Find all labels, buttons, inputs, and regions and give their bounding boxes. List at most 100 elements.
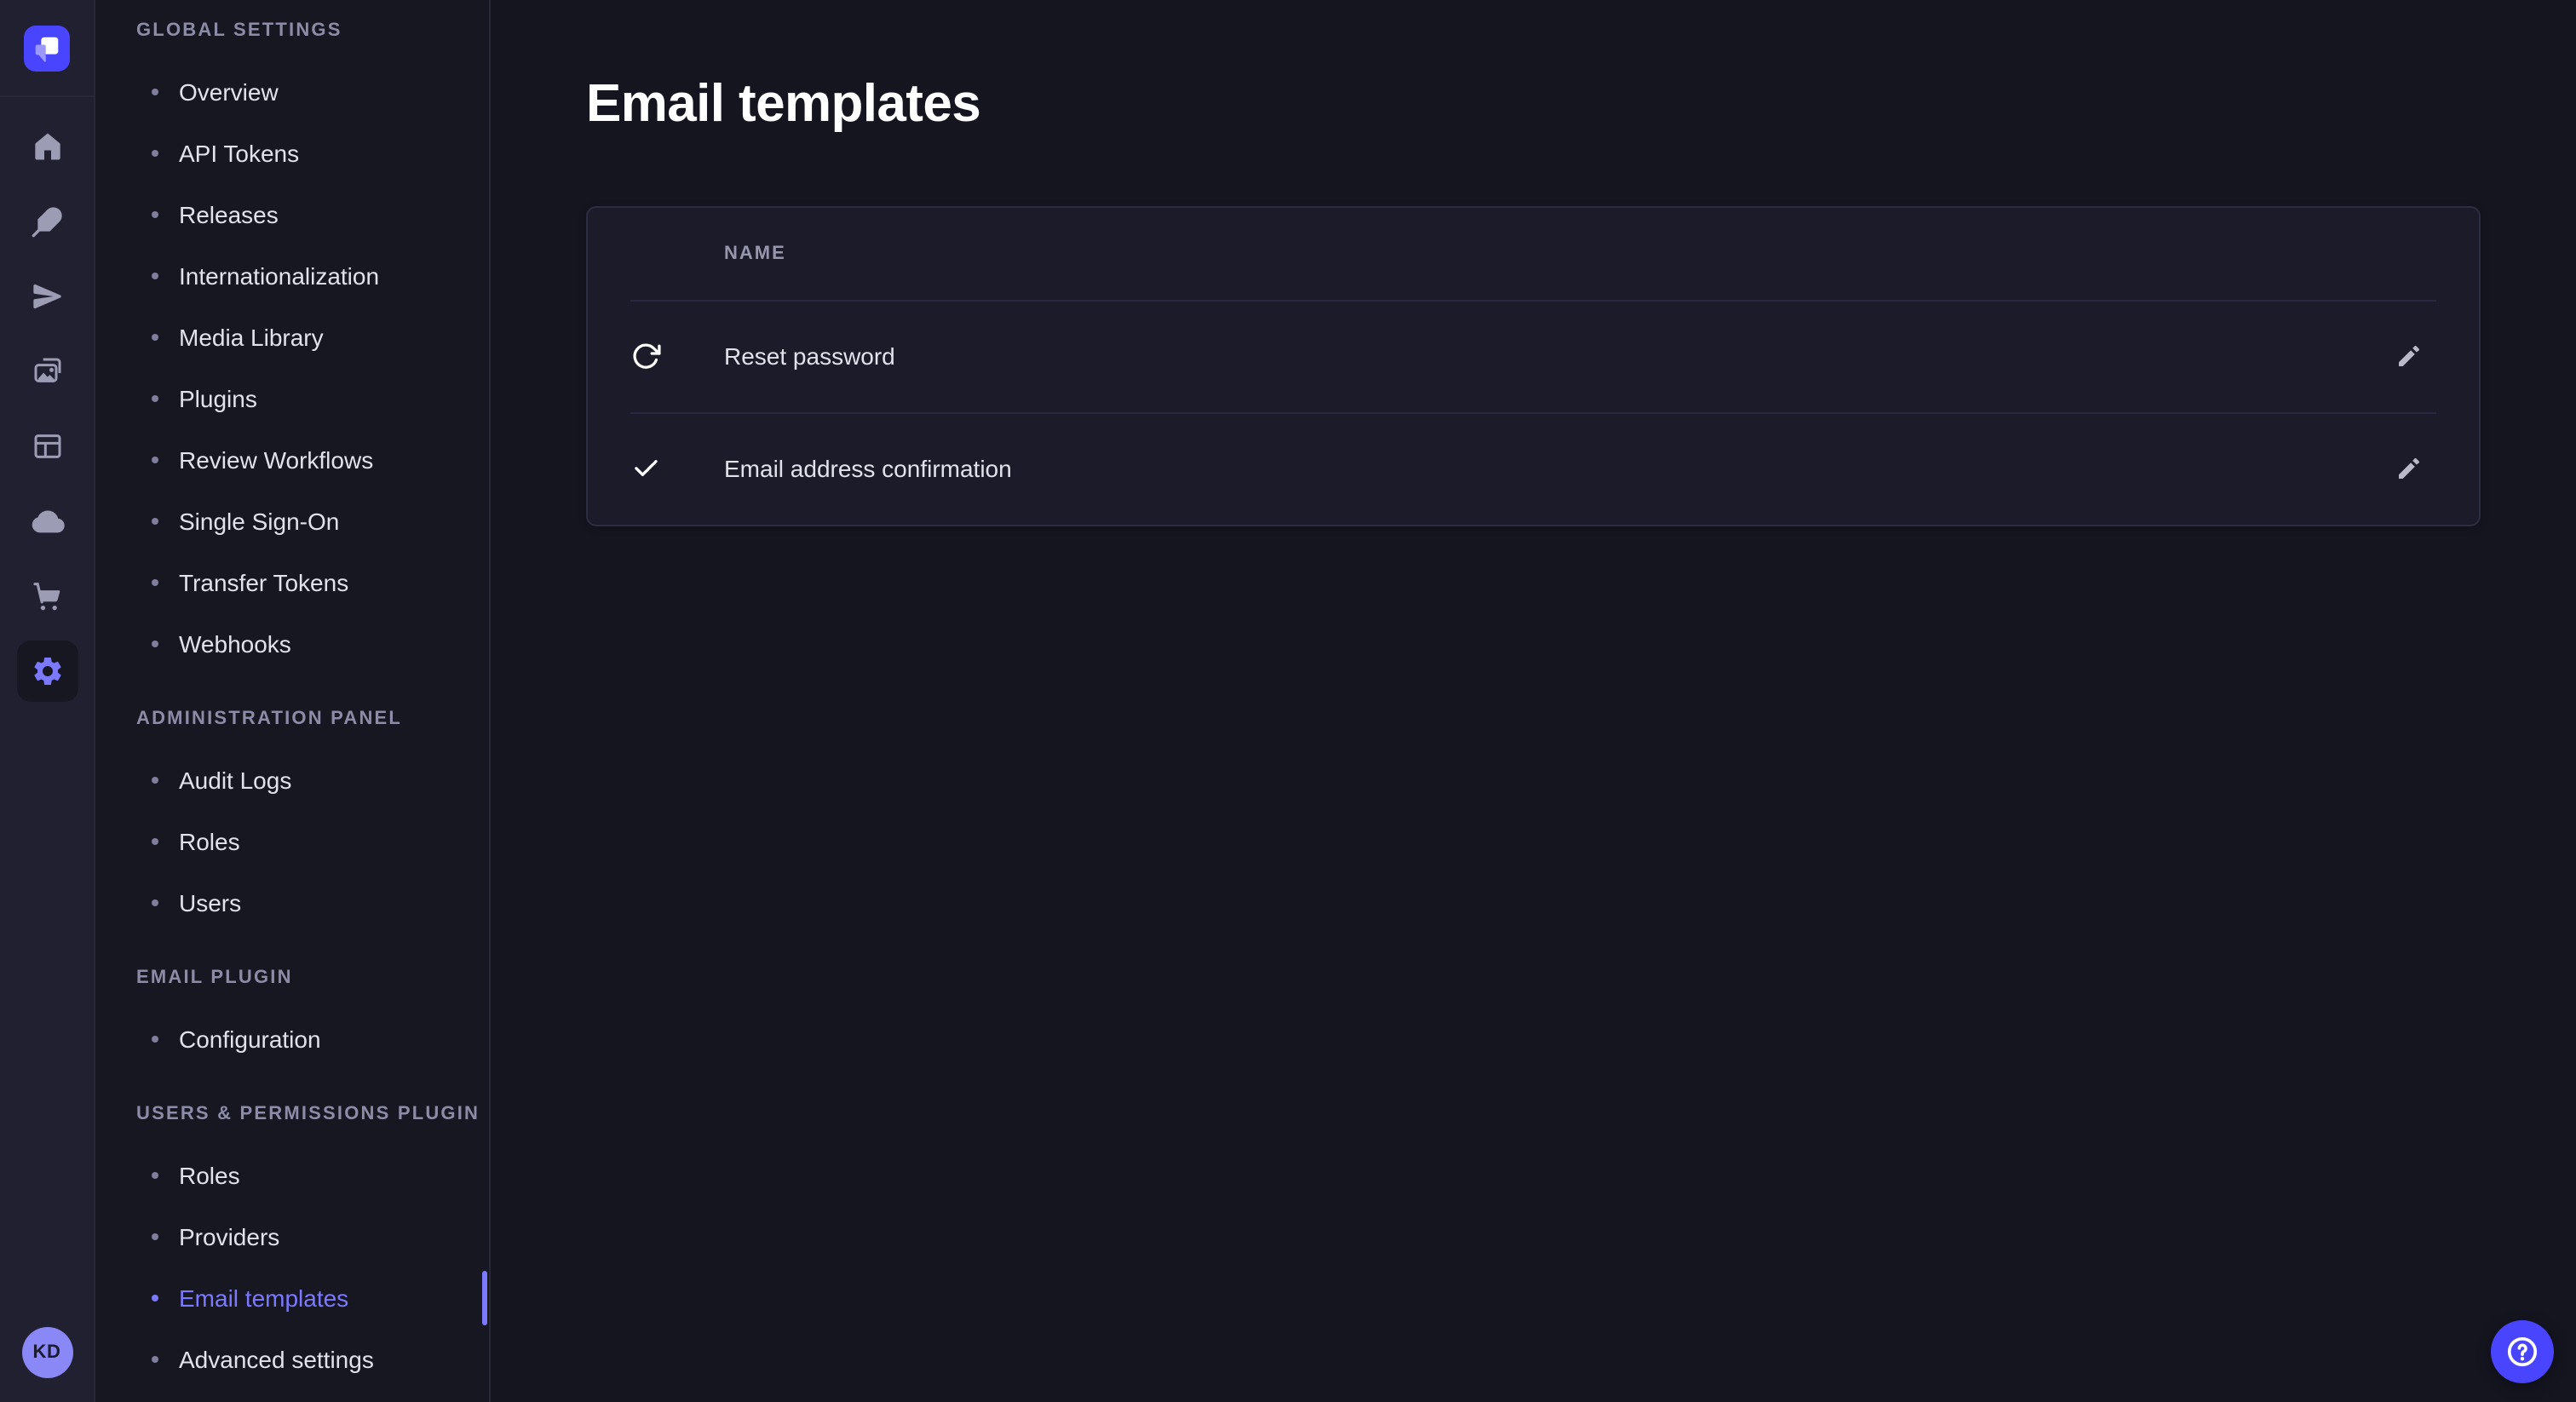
settings-nav-item-plugins[interactable]: Plugins (95, 368, 489, 429)
settings-nav-item-configuration[interactable]: Configuration (95, 1008, 489, 1070)
nav-item-label: Overview (179, 78, 279, 106)
table-row-reset-password[interactable]: Reset password (588, 300, 2479, 412)
bullet-icon (152, 1356, 158, 1363)
strapi-logo-icon (29, 31, 65, 66)
paper-plane-nav-button[interactable] (16, 266, 78, 327)
nav-item-label: Users (179, 889, 241, 916)
nav-item-label: Media Library (179, 324, 324, 351)
bullet-icon (152, 89, 158, 95)
edit-button[interactable] (2382, 329, 2436, 383)
email-templates-table: NAME Reset password Email address confirm… (586, 206, 2481, 526)
column-header-name: NAME (724, 244, 2341, 264)
layout-icon (30, 429, 64, 463)
question-mark-icon (2504, 1334, 2540, 1370)
refresh-icon (630, 341, 661, 371)
bullet-icon (152, 838, 158, 845)
nav-item-label: Advanced settings (179, 1346, 374, 1373)
header-icon-spacer (630, 238, 661, 269)
bullet-icon (152, 211, 158, 218)
table-row-email-address-confirmation[interactable]: Email address confirmation (588, 412, 2479, 525)
pencil-icon (2395, 455, 2423, 482)
nav-item-label: Single Sign-On (179, 508, 339, 535)
settings-nav-item-internationalization[interactable]: Internationalization (95, 245, 489, 307)
bullet-icon (152, 518, 158, 525)
strapi-logo[interactable] (24, 26, 70, 72)
settings-nav-item-webhooks[interactable]: Webhooks (95, 613, 489, 675)
media-library-icon (30, 354, 64, 388)
section-label: GLOBAL SETTINGS (136, 20, 448, 41)
rail-divider (0, 95, 94, 97)
nav-section-email-plugin: EMAIL PLUGIN Configuration (95, 968, 489, 1070)
cloud-nav-button[interactable] (16, 491, 78, 552)
cloud-icon (30, 504, 64, 538)
nav-item-label: Roles (179, 828, 240, 855)
gear-nav-button[interactable] (16, 641, 78, 702)
bullet-icon (152, 1233, 158, 1240)
table-body: Reset password Email address confirmation (588, 300, 2479, 525)
edit-button[interactable] (2382, 441, 2436, 496)
nav-item-label: Configuration (179, 1026, 321, 1053)
settings-nav-item-overview[interactable]: Overview (95, 61, 489, 123)
bullet-icon (152, 395, 158, 402)
settings-nav-item-audit-logs[interactable]: Audit Logs (95, 750, 489, 811)
cart-icon (30, 579, 64, 613)
section-label: EMAIL PLUGIN (136, 968, 448, 988)
settings-nav-item-single-sign-on[interactable]: Single Sign-On (95, 491, 489, 552)
check-icon (630, 453, 661, 484)
nav-item-label: Transfer Tokens (179, 569, 348, 596)
pencil-icon (2395, 342, 2423, 370)
settings-nav-item-advanced-settings[interactable]: Advanced settings (95, 1329, 489, 1390)
layout-nav-button[interactable] (16, 416, 78, 477)
main-nav-rail: KD (0, 0, 95, 1402)
gear-icon (30, 654, 64, 688)
settings-nav-item-releases[interactable]: Releases (95, 184, 489, 245)
help-button[interactable] (2491, 1320, 2554, 1383)
paper-plane-icon (30, 279, 64, 313)
nav-section-global-settings: GLOBAL SETTINGS Overview API Tokens Release… (95, 20, 489, 675)
nav-item-label: API Tokens (179, 140, 299, 167)
template-name: Email address confirmation (724, 455, 2341, 482)
bullet-icon (152, 777, 158, 784)
main-content: Email templates NAME Reset password Email… (491, 0, 2576, 1402)
nav-section-administration-panel: ADMINISTRATION PANEL Audit Logs Roles Users (95, 709, 489, 934)
bullet-icon (152, 150, 158, 157)
settings-nav-item-roles[interactable]: Roles (95, 1145, 489, 1206)
settings-nav-item-media-library[interactable]: Media Library (95, 307, 489, 368)
home-icon (30, 129, 64, 164)
user-avatar[interactable]: KD (21, 1327, 72, 1378)
nav-item-label: Roles (179, 1162, 240, 1189)
bullet-icon (152, 273, 158, 279)
settings-nav-item-providers[interactable]: Providers (95, 1206, 489, 1267)
active-indicator (482, 1271, 487, 1325)
nav-item-label: Email templates (179, 1284, 348, 1312)
bullet-icon (152, 457, 158, 463)
settings-subnav-sections: GLOBAL SETTINGS Overview API Tokens Release… (95, 20, 489, 1390)
bullet-icon (152, 1036, 158, 1043)
settings-nav-item-roles[interactable]: Roles (95, 811, 489, 872)
settings-nav-item-transfer-tokens[interactable]: Transfer Tokens (95, 552, 489, 613)
table-header-row: NAME (588, 208, 2479, 300)
bullet-icon (152, 1172, 158, 1179)
nav-section-users-permissions-plugin: USERS & PERMISSIONS PLUGIN Roles Providers… (95, 1104, 489, 1390)
bullet-icon (152, 641, 158, 647)
settings-nav-item-review-workflows[interactable]: Review Workflows (95, 429, 489, 491)
home-nav-button[interactable] (16, 116, 78, 177)
settings-nav-item-api-tokens[interactable]: API Tokens (95, 123, 489, 184)
settings-nav-item-email-templates[interactable]: Email templates (95, 1267, 489, 1329)
nav-item-label: Plugins (179, 385, 257, 412)
section-label: ADMINISTRATION PANEL (136, 709, 448, 729)
feather-nav-button[interactable] (16, 191, 78, 252)
cart-nav-button[interactable] (16, 566, 78, 627)
settings-nav-item-users[interactable]: Users (95, 872, 489, 934)
page-title: Email templates (586, 68, 2481, 140)
bullet-icon (152, 579, 158, 586)
nav-item-label: Webhooks (179, 630, 291, 658)
settings-subnav: GLOBAL SETTINGS Overview API Tokens Release… (95, 0, 491, 1402)
template-name: Reset password (724, 342, 2341, 370)
nav-item-label: Providers (179, 1223, 279, 1250)
section-label: USERS & PERMISSIONS PLUGIN (136, 1104, 448, 1124)
feather-icon (30, 204, 64, 238)
nav-item-label: Internationalization (179, 262, 379, 290)
nav-item-label: Review Workflows (179, 446, 373, 474)
media-library-nav-button[interactable] (16, 341, 78, 402)
